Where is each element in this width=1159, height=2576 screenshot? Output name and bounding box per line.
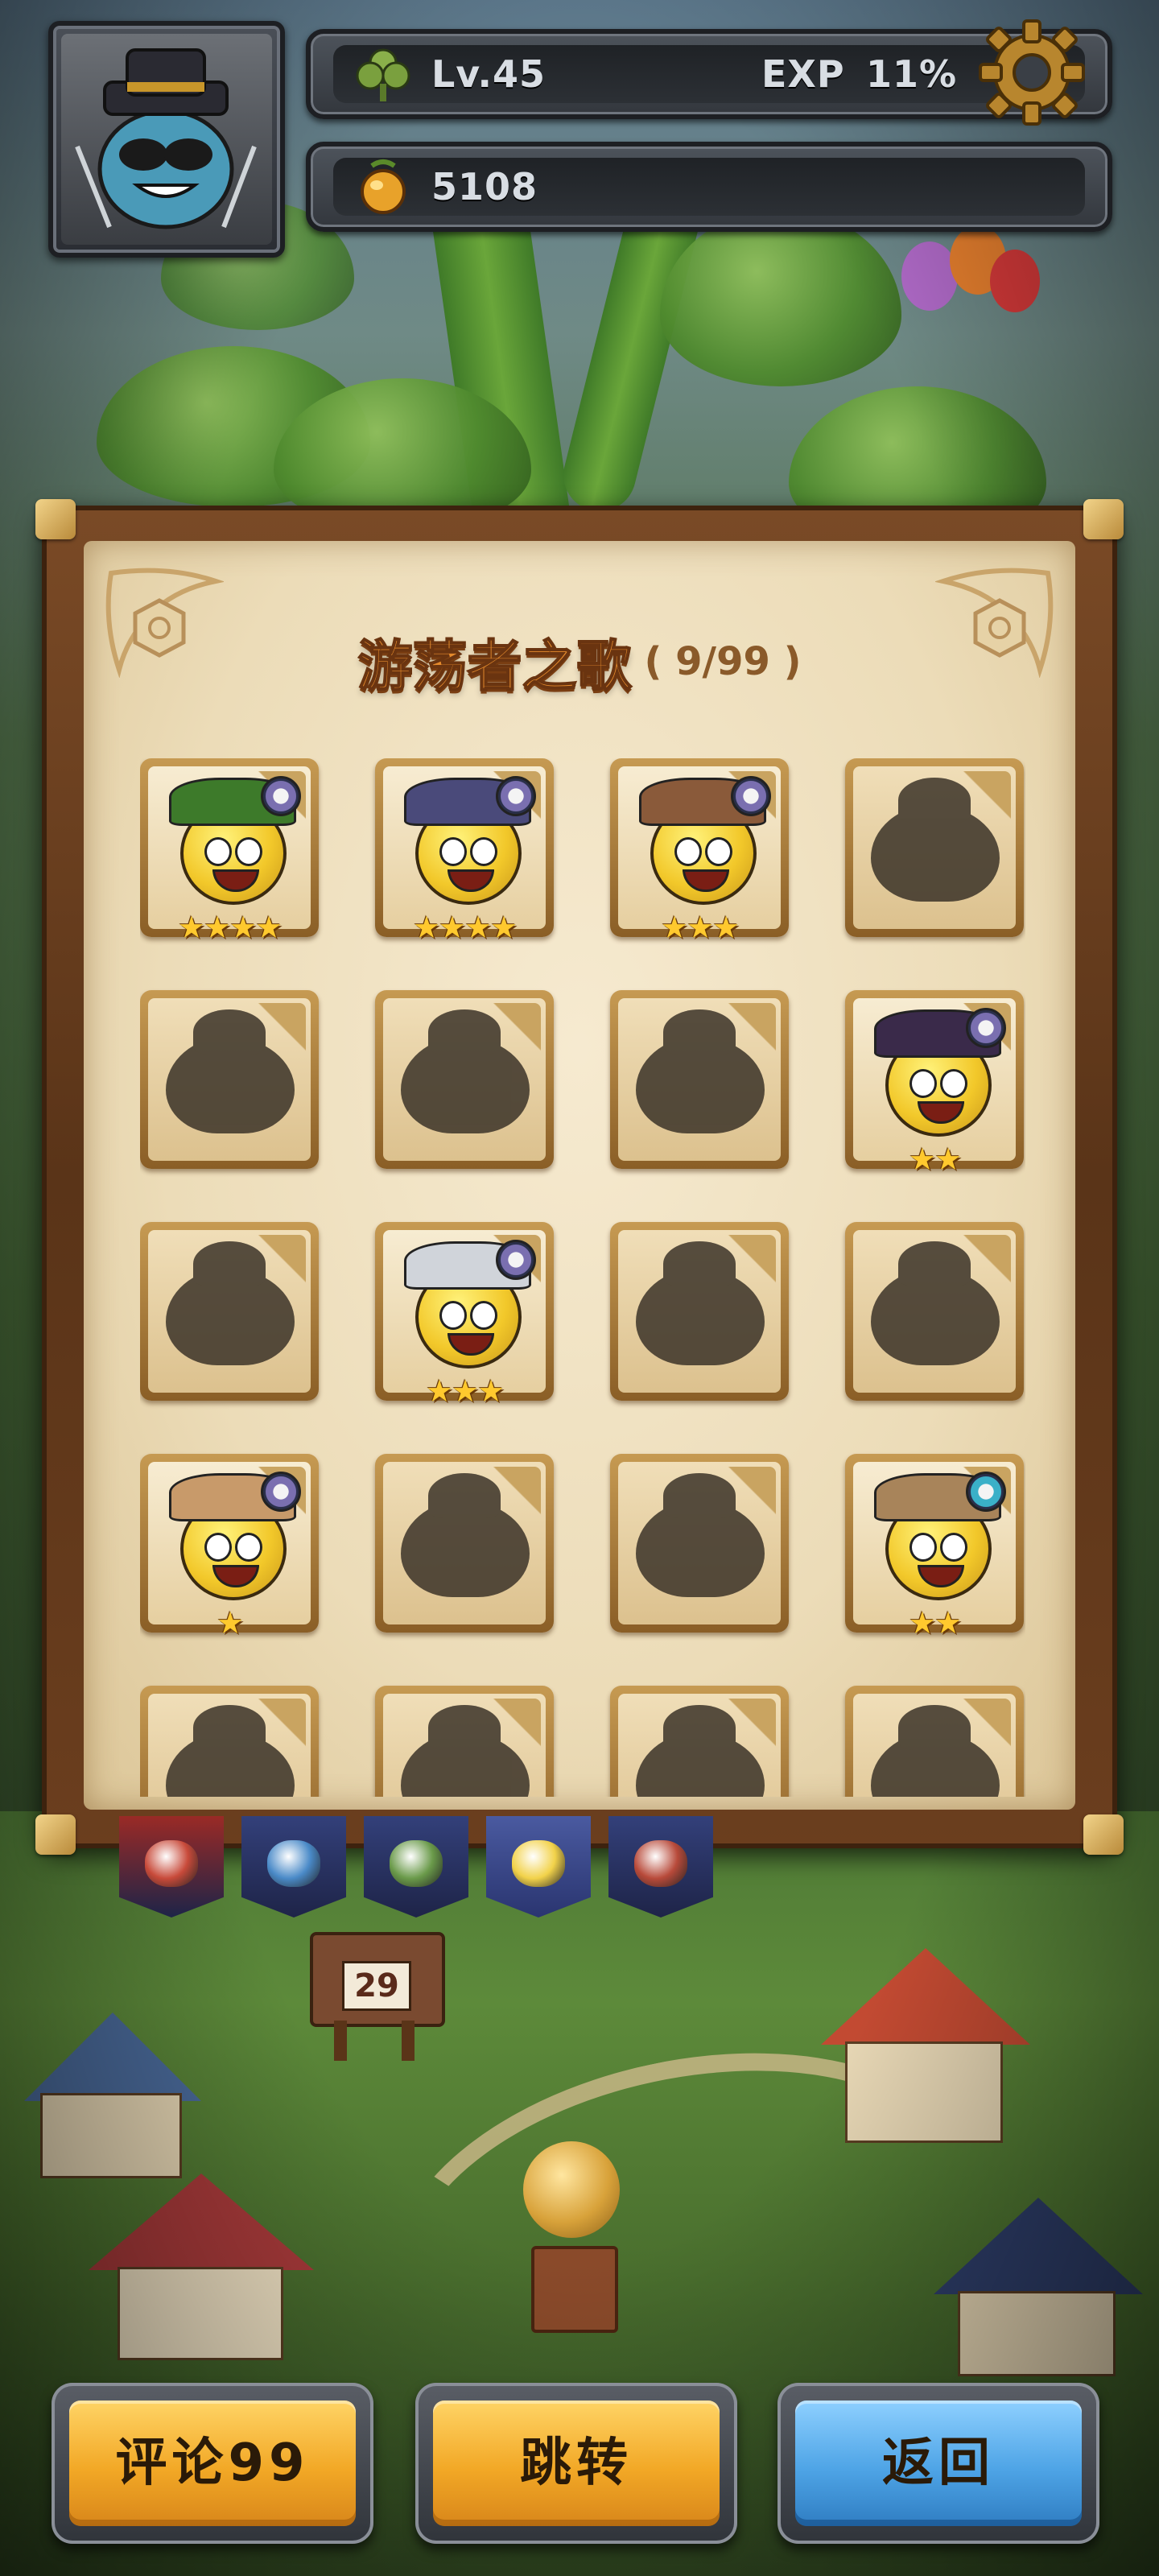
locked-silhouette-icon: [401, 1009, 530, 1133]
settings-gear-icon[interactable]: [975, 16, 1088, 129]
tab-monster-icon: [390, 1840, 443, 1887]
locked-silhouette-icon: [636, 1241, 765, 1365]
player-avatar[interactable]: [48, 21, 285, 258]
star-rating: ★★★: [660, 910, 740, 945]
star-rating: ★★: [908, 1605, 962, 1641]
locked-monster-card[interactable]: [610, 1222, 789, 1401]
locked-silhouette-icon: [166, 1009, 295, 1133]
collection-title: 游荡者之歌: [357, 634, 632, 700]
coin-count: 5108: [431, 165, 538, 208]
coins-bar: 5108: [306, 142, 1112, 232]
element-badge-icon: [966, 1008, 1006, 1048]
tab-yellow[interactable]: [486, 1816, 591, 1918]
jump-button[interactable]: 跳转: [415, 2383, 737, 2544]
element-badge-icon: [261, 776, 301, 816]
star-rating: ★★★★: [177, 910, 283, 945]
star-rating: ★: [216, 1605, 244, 1641]
locked-monster-card[interactable]: [610, 990, 789, 1169]
element-badge-icon: [261, 1472, 301, 1512]
gold-fruit-icon: [361, 159, 406, 214]
locked-monster-card[interactable]: [375, 1454, 554, 1633]
locked-monster-card[interactable]: [845, 1686, 1024, 1797]
level-label: Lv.45: [431, 52, 547, 96]
tab-monster-icon: [512, 1840, 565, 1887]
back-button-label: 返回: [795, 2401, 1082, 2526]
collection-panel: 游荡者之歌( 9/99 ) ★★★★ ★★★★ ★★★ ★★ ★★★ ★ ★★: [35, 499, 1124, 1855]
clover-icon: [356, 48, 410, 101]
tab-blue[interactable]: [241, 1816, 346, 1918]
monster-card[interactable]: ★★★: [375, 1222, 554, 1407]
monster-card[interactable]: ★★★★: [140, 758, 319, 943]
tab-monster-icon: [267, 1840, 320, 1887]
tab-monster-icon: [145, 1840, 198, 1887]
locked-monster-card[interactable]: [140, 990, 319, 1169]
locked-monster-card[interactable]: [610, 1686, 789, 1797]
star-rating: ★★★: [425, 1373, 505, 1409]
locked-silhouette-icon: [636, 1473, 765, 1597]
back-button[interactable]: 返回: [777, 2383, 1099, 2544]
locked-silhouette-icon: [636, 1009, 765, 1133]
locked-silhouette-icon: [871, 778, 1000, 902]
monster-grid: ★★★★ ★★★★ ★★★ ★★ ★★★ ★ ★★: [140, 758, 1025, 1797]
comments-button[interactable]: 评论99: [52, 2383, 373, 2544]
locked-monster-card[interactable]: [845, 1222, 1024, 1401]
locked-monster-card[interactable]: [140, 1222, 319, 1401]
locked-monster-card[interactable]: [375, 990, 554, 1169]
locked-monster-card[interactable]: [140, 1686, 319, 1797]
monster-card[interactable]: ★★★★: [375, 758, 554, 943]
collection-count: ( 9/99 ): [644, 638, 802, 684]
locked-silhouette-icon: [401, 1473, 530, 1597]
monster-card[interactable]: ★★★: [610, 758, 789, 943]
exp-value: 11%: [866, 52, 958, 96]
element-badge-icon: [496, 1240, 536, 1280]
exp-label: EXP: [761, 52, 845, 96]
element-badge-icon: [496, 776, 536, 816]
element-badge-icon: [731, 776, 771, 816]
locked-monster-card[interactable]: [845, 758, 1024, 937]
star-rating: ★★: [908, 1141, 962, 1177]
comments-button-label: 评论99: [69, 2401, 356, 2526]
locked-silhouette-icon: [166, 1241, 295, 1365]
monster-card[interactable]: ★★: [845, 990, 1024, 1175]
locked-monster-card[interactable]: [375, 1686, 554, 1797]
tab-green[interactable]: [364, 1816, 468, 1918]
monster-card[interactable]: ★: [140, 1454, 319, 1639]
tab-red[interactable]: [119, 1816, 224, 1918]
locked-silhouette-icon: [871, 1241, 1000, 1365]
star-rating: ★★★★: [412, 910, 518, 945]
jump-button-label: 跳转: [433, 2401, 720, 2526]
tab-purple[interactable]: [608, 1816, 713, 1918]
avatar-portrait-icon: [75, 48, 257, 229]
locked-monster-card[interactable]: [610, 1454, 789, 1633]
category-tabs: [119, 1816, 715, 1937]
collection-header: 游荡者之歌 ( 9/99 ): [84, 621, 1075, 701]
element-badge-icon: [966, 1472, 1006, 1512]
tab-monster-icon: [634, 1840, 687, 1887]
monster-card[interactable]: ★★: [845, 1454, 1024, 1639]
